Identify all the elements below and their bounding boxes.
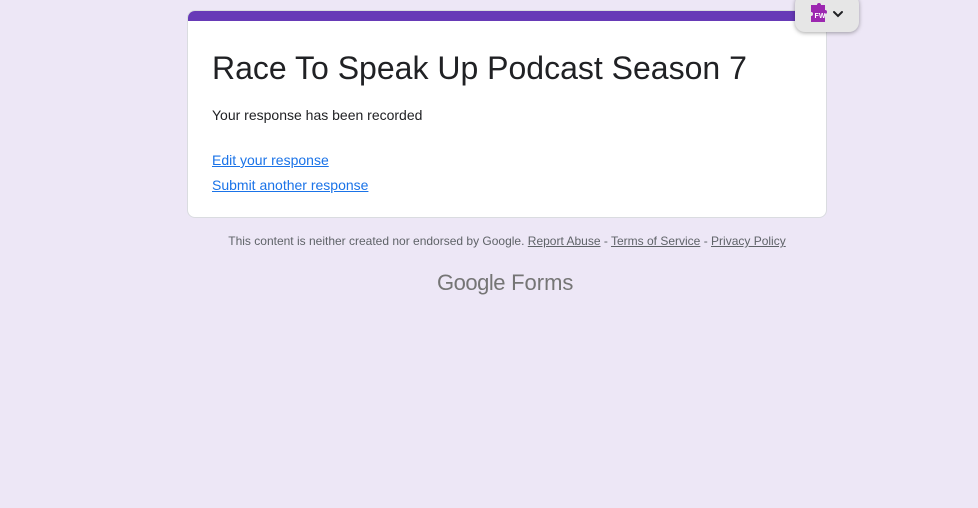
forms-wordmark: Forms (511, 270, 574, 295)
card-accent-bar (188, 11, 826, 21)
form-title: Race To Speak Up Podcast Season 7 (212, 50, 747, 86)
terms-of-service-link[interactable]: Terms of Service (611, 234, 700, 248)
extension-badge-text: FW (815, 13, 826, 20)
submit-another-response-link[interactable]: Submit another response (212, 175, 368, 195)
google-forms-logo[interactable]: Google Forms (437, 268, 573, 298)
report-abuse-link[interactable]: Report Abuse (528, 234, 601, 248)
confirmation-message: Your response has been recorded (212, 107, 423, 123)
footer-disclaimer: This content is neither created nor endo… (187, 233, 827, 249)
confirmation-card: Race To Speak Up Podcast Season 7 Your r… (187, 10, 827, 218)
separator: - (603, 234, 608, 248)
puzzle-icon: FW (808, 3, 827, 22)
extension-widget[interactable]: FW (795, 0, 859, 32)
chevron-down-icon (833, 11, 843, 18)
disclaimer-text: This content is neither created nor endo… (228, 234, 525, 248)
google-wordmark: Google (437, 270, 505, 295)
privacy-policy-link[interactable]: Privacy Policy (711, 234, 786, 248)
edit-response-link[interactable]: Edit your response (212, 150, 329, 170)
separator: - (703, 234, 708, 248)
